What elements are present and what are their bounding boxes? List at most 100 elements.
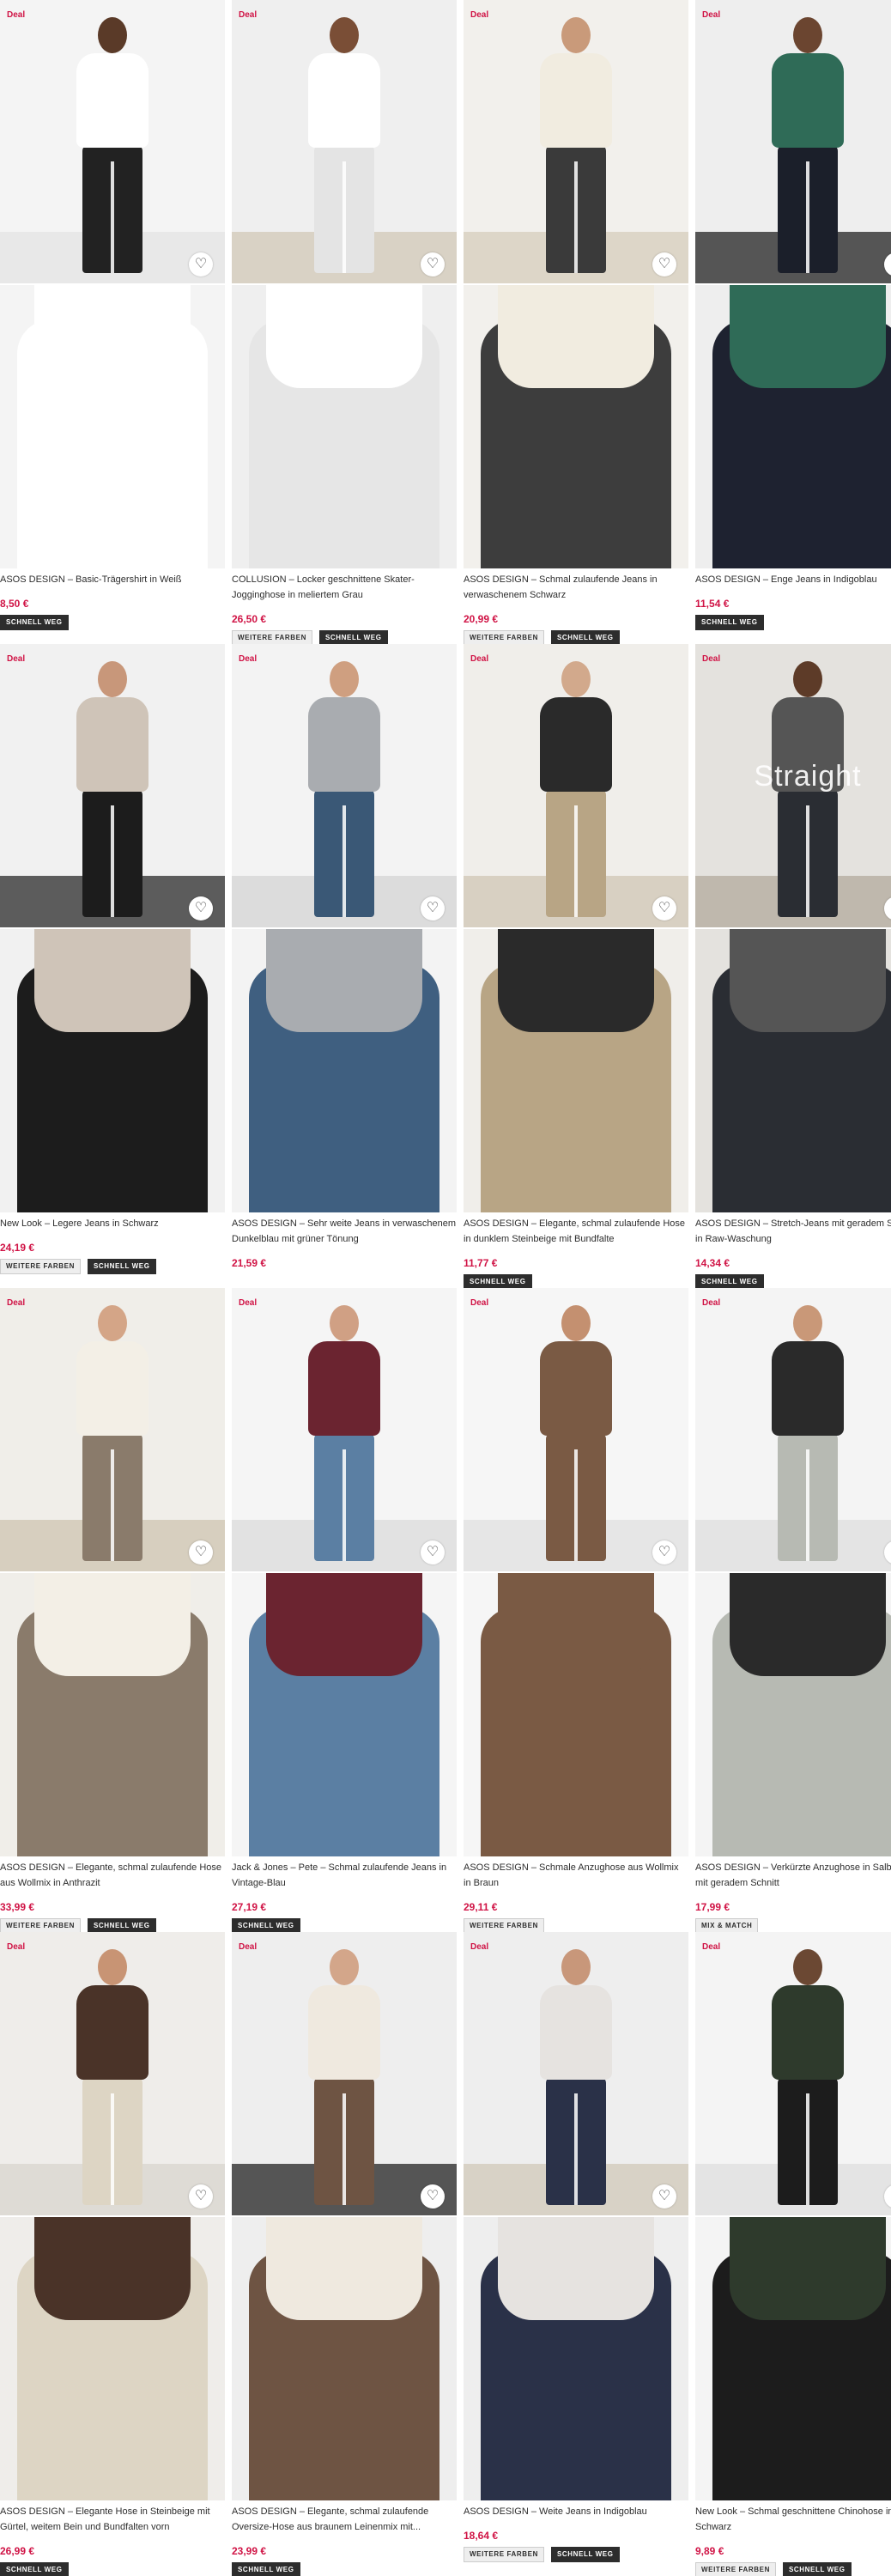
product-card[interactable]: Deal ♡ ASOS DESIGN – Basic-Trägershirt in … [0,0,225,644]
product-image[interactable]: Deal♡ [232,1288,457,1571]
product-image-alt[interactable] [695,929,891,1212]
product-image-alt[interactable] [232,929,457,1212]
product-card[interactable]: Deal ♡ COLLUSION – Locker geschnittene Ska… [232,0,457,644]
heart-icon[interactable]: ♡ [421,1540,445,1564]
product-image[interactable]: Deal ♡ [464,1932,688,2215]
heart-icon[interactable]: ♡ [421,896,445,920]
product-image[interactable]: DealStraight♡ [695,644,891,927]
product-image-alt[interactable] [695,2217,891,2500]
product-price: 26,99 € [0,2545,35,2557]
product-card[interactable]: Deal ♡ ASOS DESIGN – Elegante, schmal zula… [0,1288,225,1932]
product-image-alt[interactable] [0,1573,225,1856]
product-card[interactable]: Deal ♡ ASOS DESIGN – Elegante, schmal zula… [232,1932,457,2576]
product-image[interactable]: Deal ♡ [232,644,457,927]
product-title[interactable]: ASOS DESIGN – Verkürzte Anzughose in Sal… [695,1860,891,1891]
product-image[interactable]: Deal♡ [232,1932,457,2215]
product-image-alt[interactable] [232,2217,457,2500]
product-title[interactable]: ASOS DESIGN – Basic-Trägershirt in Weiß [0,572,225,587]
product-image[interactable]: Deal ♡ [464,0,688,283]
product-image-alt[interactable] [0,2217,225,2500]
heart-icon[interactable]: ♡ [189,1540,213,1564]
product-image-alt[interactable] [464,1573,688,1856]
product-title[interactable]: New Look – Legere Jeans in Schwarz [0,1216,225,1231]
product-image[interactable]: Deal♡ [232,0,457,283]
product-title[interactable]: ASOS DESIGN – Elegante, schmal zulaufend… [0,1860,225,1891]
model-top-closeup [34,929,191,1032]
heart-icon[interactable]: ♡ [652,252,676,276]
heart-icon[interactable]: ♡ [189,2184,213,2208]
product-price: 26,50 € [232,613,267,625]
product-card[interactable]: Deal ♡ Jack & Jones – Pete – Schmal zulauf… [232,1288,457,1932]
product-title[interactable]: ASOS DESIGN – Enge Jeans in Indigoblau [695,572,891,587]
model-head [793,17,822,53]
model-head [561,1949,591,1985]
model-head [330,661,359,697]
product-card[interactable]: Deal ♡ ASOS DESIGN – Elegante, schmal zula… [464,644,688,1288]
product-card[interactable]: Deal ♡ ASOS DESIGN – Elegante Hose in Stei… [0,1932,225,2576]
product-badges: MIX & MATCH [695,1918,759,1932]
product-image-alt[interactable] [232,1573,457,1856]
product-image-alt[interactable] [0,929,225,1212]
product-title[interactable]: Jack & Jones – Pete – Schmal zulaufende … [232,1860,457,1891]
product-image-alt[interactable] [695,285,891,568]
heart-icon[interactable]: ♡ [189,252,213,276]
product-title[interactable]: New Look – Schmal geschnittene Chinohose… [695,2504,891,2535]
product-card[interactable]: Deal ♡ ASOS DESIGN – Weite Jeans in Indigo… [464,1932,688,2576]
heart-icon[interactable]: ♡ [652,896,676,920]
deal-badge: Deal [702,1298,721,1308]
model-top [540,697,612,792]
product-image-alt[interactable] [0,285,225,568]
heart-icon[interactable]: ♡ [652,2184,676,2208]
product-title[interactable]: ASOS DESIGN – Elegante, schmal zulaufend… [232,2504,457,2535]
product-card[interactable]: Deal♡ ASOS DESIGN – Verkürzte Anzughose i… [695,1288,891,1932]
product-image[interactable]: Deal♡ [695,0,891,283]
product-image-alt[interactable] [464,929,688,1212]
product-image[interactable]: Deal♡ [464,1288,688,1571]
product-card[interactable]: DealStraight♡ ASOS DESIGN – Stretch-Jeans… [695,644,891,1288]
model-trousers [778,1432,838,1561]
product-title[interactable]: ASOS DESIGN – Stretch-Jeans mit geradem … [695,1216,891,1247]
product-card[interactable]: Deal♡ ASOS DESIGN – Enge Jeans in Indigob… [695,0,891,644]
product-image-alt[interactable] [464,2217,688,2500]
model-top-closeup [34,1573,191,1676]
product-card[interactable]: Deal♡ New Look – Schmal geschnittene Chin… [695,1932,891,2576]
deal-badge: Deal [7,10,26,20]
model-top [540,53,612,148]
product-image[interactable]: Deal♡ [695,1932,891,2215]
product-title[interactable]: ASOS DESIGN – Elegante Hose in Steinbeig… [0,2504,225,2535]
product-image[interactable]: Deal♡ [464,644,688,927]
product-title[interactable]: ASOS DESIGN – Schmale Anzughose aus Woll… [464,1860,688,1891]
selling-fast-badge: SCHNELL WEG [232,2562,300,2576]
heart-icon[interactable]: ♡ [421,2184,445,2208]
product-image[interactable]: Deal♡ [695,1288,891,1571]
product-card[interactable]: Deal ♡ ASOS DESIGN – Sehr weite Jeans in v… [232,644,457,1288]
product-card[interactable]: Deal ♡ New Look – Legere Jeans in Schwarz 2… [0,644,225,1288]
product-card[interactable]: Deal ♡ ASOS DESIGN – Schmal zulaufende Jea… [464,0,688,644]
deal-badge: Deal [702,654,721,664]
product-title[interactable]: ASOS DESIGN – Elegante, schmal zulaufend… [464,1216,688,1247]
model-top [308,1985,380,2080]
product-title[interactable]: ASOS DESIGN – Schmal zulaufende Jeans in… [464,572,688,603]
product-image[interactable]: Deal♡ [0,644,225,927]
product-card[interactable]: Deal ♡ ASOS DESIGN – Schmale Anzughose aus… [464,1288,688,1932]
heart-icon[interactable]: ♡ [652,1540,676,1564]
product-image[interactable]: Deal♡ [0,1288,225,1571]
product-image-alt[interactable] [464,285,688,568]
product-image-alt[interactable] [232,285,457,568]
product-title[interactable]: COLLUSION – Locker geschnittene Skater-J… [232,572,457,603]
deal-badge: Deal [239,654,258,664]
product-title[interactable]: ASOS DESIGN – Weite Jeans in Indigoblau [464,2504,688,2519]
deal-badge: Deal [470,1942,489,1952]
model-trousers [546,788,606,917]
model-top [76,697,148,792]
product-image[interactable]: Deal ♡ [0,0,225,283]
product-image-alt[interactable] [695,1573,891,1856]
product-title[interactable]: ASOS DESIGN – Sehr weite Jeans in verwas… [232,1216,457,1247]
model-trousers [314,1432,374,1561]
model-head [330,1305,359,1341]
product-price: 24,19 € [0,1242,35,1254]
product-image[interactable]: Deal♡ [0,1932,225,2215]
deal-badge: Deal [470,10,489,20]
heart-icon[interactable]: ♡ [189,896,213,920]
heart-icon[interactable]: ♡ [421,252,445,276]
